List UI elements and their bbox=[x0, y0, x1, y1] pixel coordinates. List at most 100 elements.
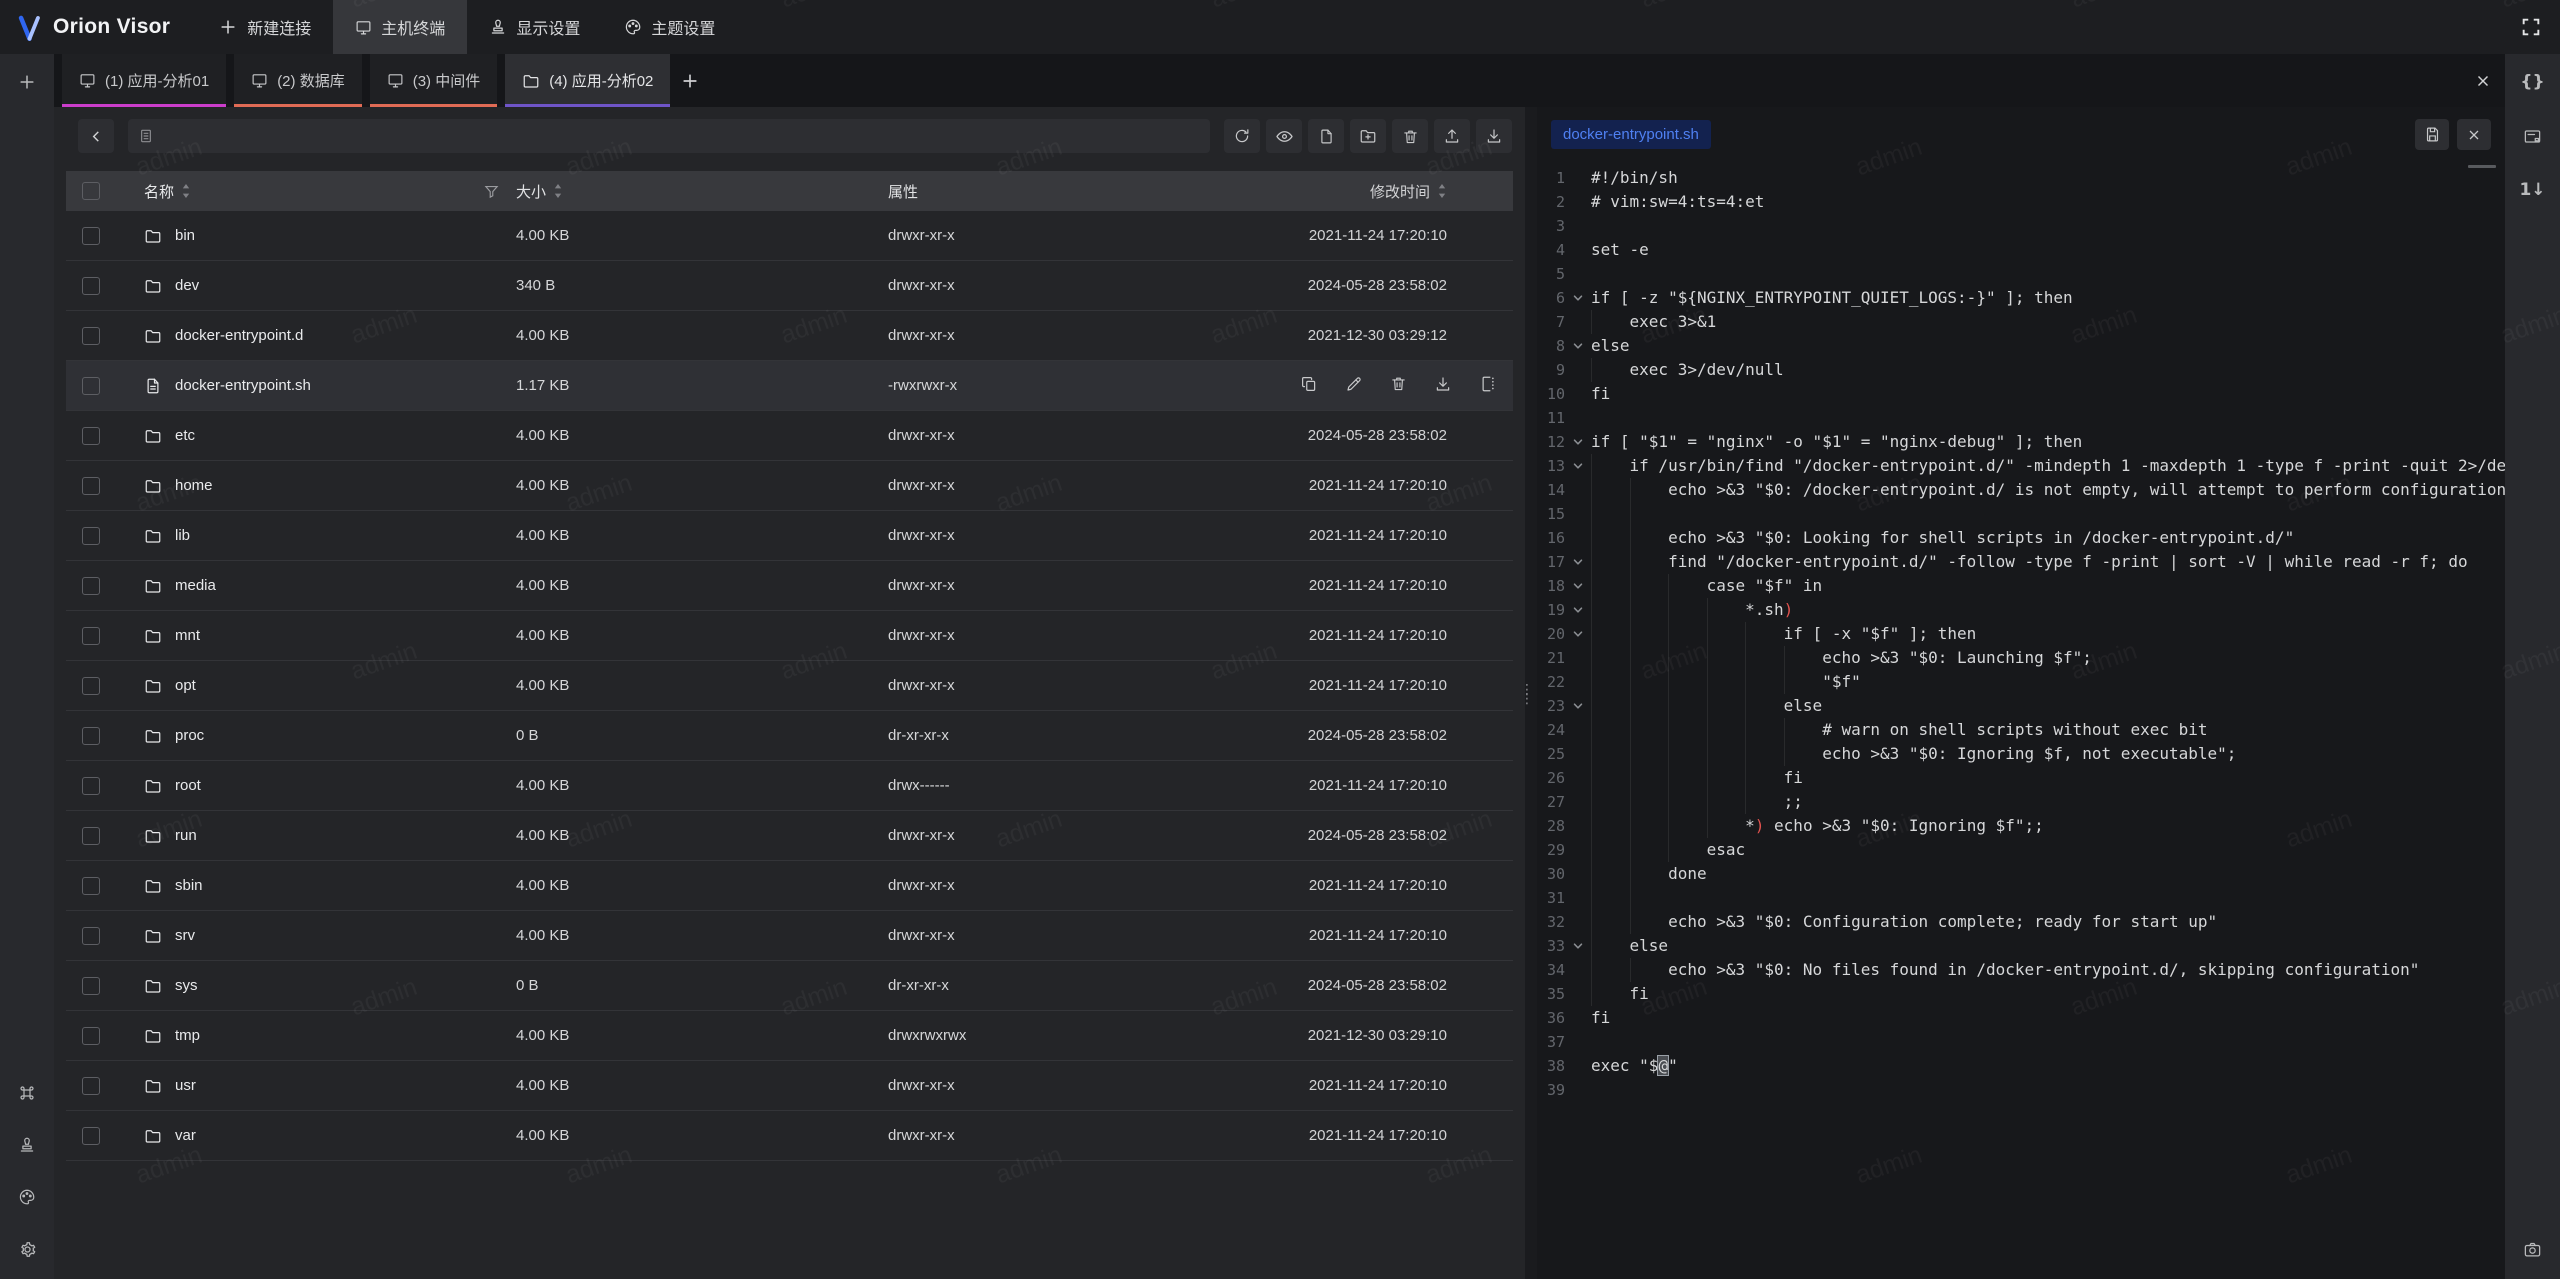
table-row-proc[interactable]: proc0 Bdr-xr-xr-x2024-05-28 23:58:02 bbox=[66, 711, 1513, 761]
row-checkbox[interactable] bbox=[82, 677, 100, 695]
editor-close-button[interactable] bbox=[2457, 119, 2491, 150]
row-checkbox[interactable] bbox=[82, 627, 100, 645]
table-row-docker-entrypoint.d[interactable]: docker-entrypoint.d4.00 KBdrwxr-xr-x2021… bbox=[66, 311, 1513, 361]
select-all-checkbox[interactable] bbox=[82, 182, 100, 200]
file-attrs: drwxr-xr-x bbox=[888, 527, 1300, 544]
row-checkbox[interactable] bbox=[82, 1127, 100, 1145]
new-tab-button[interactable] bbox=[670, 54, 710, 107]
filter-icon[interactable] bbox=[483, 183, 500, 200]
fold-chevron-icon[interactable] bbox=[1565, 934, 1591, 958]
table-row-opt[interactable]: opt4.00 KBdrwxr-xr-x2021-11-24 17:20:10 bbox=[66, 661, 1513, 711]
row-checkbox[interactable] bbox=[82, 527, 100, 545]
json-view-button[interactable]: {} bbox=[2515, 64, 2551, 100]
row-checkbox[interactable] bbox=[82, 777, 100, 795]
new-folder-button[interactable] bbox=[1350, 119, 1386, 153]
row-checkbox[interactable] bbox=[82, 427, 100, 445]
tab-app-analysis-02[interactable]: (4) 应用-分析02 bbox=[505, 54, 670, 107]
menu-item-display-settings[interactable]: 显示设置 bbox=[467, 0, 602, 54]
fold-chevron-icon[interactable] bbox=[1565, 622, 1591, 646]
fold-gutter bbox=[1565, 670, 1591, 694]
table-row-srv[interactable]: srv4.00 KBdrwxr-xr-x2021-11-24 17:20:10 bbox=[66, 911, 1513, 961]
tab-database[interactable]: (2) 数据库 bbox=[234, 54, 362, 107]
row-checkbox[interactable] bbox=[82, 727, 100, 745]
preview-button[interactable] bbox=[1266, 119, 1302, 153]
sort-carets-icon[interactable] bbox=[553, 183, 563, 199]
table-row-tmp[interactable]: tmp4.00 KBdrwxrwxrwx2021-12-30 03:29:10 bbox=[66, 1011, 1513, 1061]
table-row-lib[interactable]: lib4.00 KBdrwxr-xr-x2021-11-24 17:20:10 bbox=[66, 511, 1513, 561]
sort-order-button[interactable]: 1↓ bbox=[2515, 172, 2551, 208]
table-row-docker-entrypoint.sh[interactable]: docker-entrypoint.sh1.17 KB-rwxrwxr-x bbox=[66, 361, 1513, 411]
code-editor[interactable]: 1#!/bin/sh2# vim:sw=4:ts=4:et34set -e56i… bbox=[1537, 162, 2505, 1279]
row-checkbox[interactable] bbox=[82, 377, 100, 395]
download-button[interactable] bbox=[1476, 119, 1512, 153]
command-palette-button[interactable] bbox=[9, 1075, 45, 1111]
row-checkbox[interactable] bbox=[82, 877, 100, 895]
column-size[interactable]: 大小 bbox=[516, 181, 546, 202]
row-checkbox[interactable] bbox=[82, 827, 100, 845]
open-file-tag[interactable]: docker-entrypoint.sh bbox=[1551, 120, 1711, 149]
table-row-media[interactable]: media4.00 KBdrwxr-xr-x2021-11-24 17:20:1… bbox=[66, 561, 1513, 611]
save-button[interactable] bbox=[2415, 119, 2449, 150]
fullscreen-icon[interactable] bbox=[2502, 0, 2560, 54]
path-input[interactable] bbox=[128, 119, 1210, 153]
menu-item-host-terminal[interactable]: 主机终端 bbox=[333, 0, 467, 54]
table-row-usr[interactable]: usr4.00 KBdrwxr-xr-x2021-11-24 17:20:10 bbox=[66, 1061, 1513, 1111]
delete-button[interactable] bbox=[1390, 375, 1407, 396]
row-checkbox[interactable] bbox=[82, 977, 100, 995]
refresh-button[interactable] bbox=[1224, 119, 1260, 153]
row-checkbox[interactable] bbox=[82, 277, 100, 295]
fold-chevron-icon[interactable] bbox=[1565, 598, 1591, 622]
sort-carets-icon[interactable] bbox=[1437, 183, 1447, 199]
fold-chevron-icon[interactable] bbox=[1565, 694, 1591, 718]
column-modified[interactable]: 修改时间 bbox=[1370, 181, 1430, 202]
fold-chevron-icon[interactable] bbox=[1565, 550, 1591, 574]
display-settings-button[interactable] bbox=[9, 1127, 45, 1163]
new-tab-rail-button[interactable] bbox=[9, 64, 45, 100]
pane-splitter[interactable]: ⋮⋮⋮⋮ bbox=[1525, 107, 1537, 1279]
delete-button[interactable] bbox=[1392, 119, 1428, 153]
table-row-etc[interactable]: etc4.00 KBdrwxr-xr-x2024-05-28 23:58:02 bbox=[66, 411, 1513, 461]
theme-settings-button[interactable] bbox=[9, 1179, 45, 1215]
row-checkbox[interactable] bbox=[82, 1027, 100, 1045]
table-row-bin[interactable]: bin4.00 KBdrwxr-xr-x2021-11-24 17:20:10 bbox=[66, 211, 1513, 261]
stamp-icon bbox=[489, 18, 507, 36]
back-button[interactable] bbox=[78, 119, 114, 153]
screenshot-button[interactable] bbox=[2515, 1231, 2551, 1267]
upload-button[interactable] bbox=[1434, 119, 1470, 153]
table-row-home[interactable]: home4.00 KBdrwxr-xr-x2021-11-24 17:20:10 bbox=[66, 461, 1513, 511]
tabbar-close-button[interactable] bbox=[2461, 54, 2505, 107]
fold-chevron-icon[interactable] bbox=[1565, 286, 1591, 310]
row-checkbox[interactable] bbox=[82, 477, 100, 495]
fold-chevron-icon[interactable] bbox=[1565, 574, 1591, 598]
menu-item-new-connection[interactable]: 新建连接 bbox=[196, 0, 333, 54]
table-row-sbin[interactable]: sbin4.00 KBdrwxr-xr-x2021-11-24 17:20:10 bbox=[66, 861, 1513, 911]
fold-chevron-icon[interactable] bbox=[1565, 334, 1591, 358]
row-checkbox[interactable] bbox=[82, 327, 100, 345]
copy-button[interactable] bbox=[1300, 375, 1318, 397]
table-row-dev[interactable]: dev340 Bdrwxr-xr-x2024-05-28 23:58:02 bbox=[66, 261, 1513, 311]
annotation-button[interactable] bbox=[2515, 118, 2551, 154]
new-file-button[interactable] bbox=[1308, 119, 1344, 153]
download-button[interactable] bbox=[1434, 375, 1452, 397]
column-name[interactable]: 名称 bbox=[144, 181, 174, 202]
row-checkbox[interactable] bbox=[82, 577, 100, 595]
fold-chevron-icon[interactable] bbox=[1565, 454, 1591, 478]
row-checkbox[interactable] bbox=[82, 1077, 100, 1095]
table-row-var[interactable]: var4.00 KBdrwxr-xr-x2021-11-24 17:20:10 bbox=[66, 1111, 1513, 1161]
table-row-run[interactable]: run4.00 KBdrwxr-xr-x2024-05-28 23:58:02 bbox=[66, 811, 1513, 861]
settings-button[interactable] bbox=[9, 1231, 45, 1267]
table-row-sys[interactable]: sys0 Bdr-xr-xr-x2024-05-28 23:58:02 bbox=[66, 961, 1513, 1011]
path-input-field[interactable] bbox=[162, 118, 1200, 154]
row-checkbox[interactable] bbox=[82, 927, 100, 945]
table-row-root[interactable]: root4.00 KBdrwx------2021-11-24 17:20:10 bbox=[66, 761, 1513, 811]
table-row-mnt[interactable]: mnt4.00 KBdrwxr-xr-x2021-11-24 17:20:10 bbox=[66, 611, 1513, 661]
tab-middleware[interactable]: (3) 中间件 bbox=[370, 54, 498, 107]
sort-carets-icon[interactable] bbox=[181, 183, 191, 199]
menu-item-theme-settings[interactable]: 主题设置 bbox=[602, 0, 737, 54]
fold-chevron-icon[interactable] bbox=[1565, 430, 1591, 454]
row-checkbox[interactable] bbox=[82, 227, 100, 245]
move-button[interactable] bbox=[1479, 375, 1497, 397]
tab-app-analysis-01[interactable]: (1) 应用-分析01 bbox=[62, 54, 226, 107]
line-number: 33 bbox=[1537, 934, 1565, 958]
edit-button[interactable] bbox=[1345, 375, 1363, 397]
